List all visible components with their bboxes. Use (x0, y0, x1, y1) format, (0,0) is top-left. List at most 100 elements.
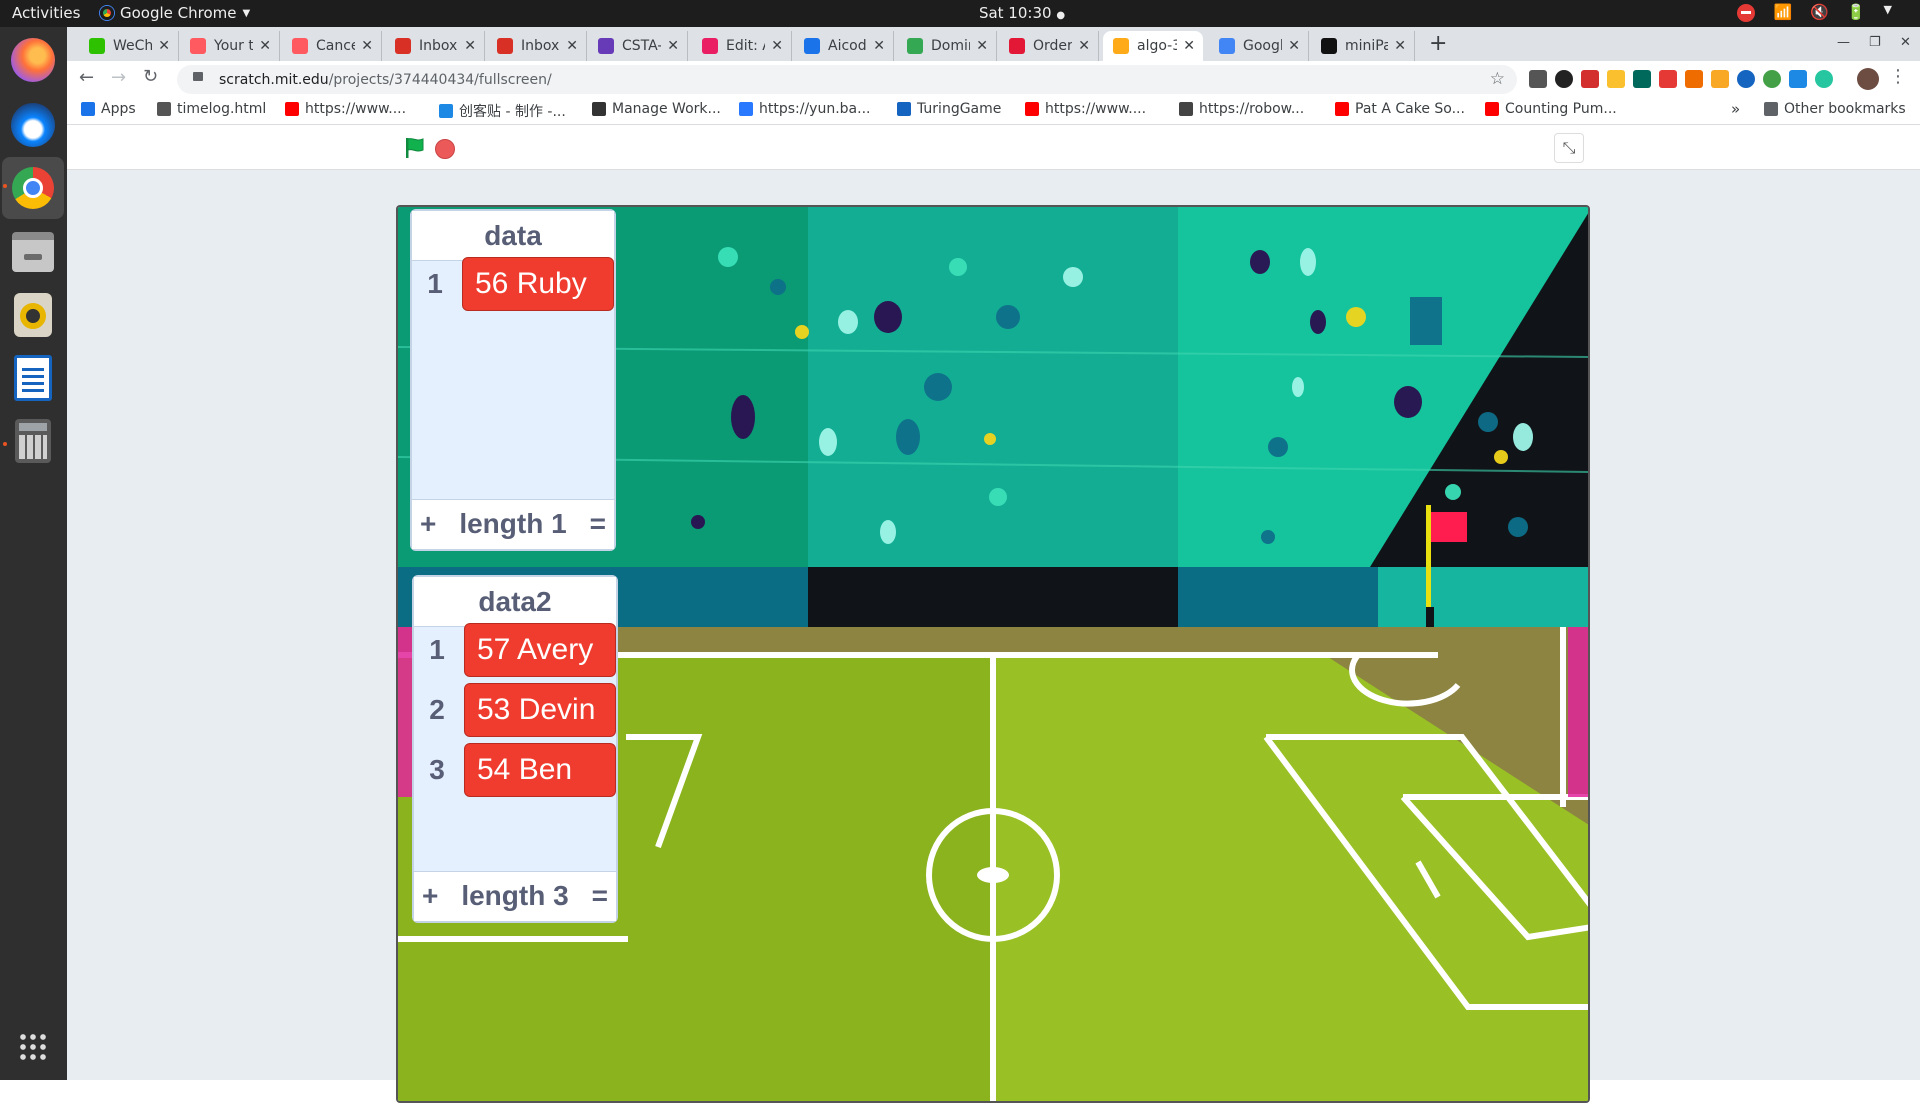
reload-icon[interactable]: ↻ (143, 66, 158, 87)
list-item-value[interactable]: 56 Ruby (462, 257, 614, 311)
tab-5[interactable]: Inbox - ai ✕ (487, 31, 587, 61)
stage-canvas[interactable]: data 1 56 Ruby + length 1 = data2 1 57 A… (396, 205, 1590, 1103)
files-icon[interactable] (8, 227, 58, 277)
extension-icon[interactable] (1737, 70, 1755, 88)
tab-label: Cancel yo (316, 38, 355, 54)
bookmark-item[interactable]: Counting Pum... (1485, 101, 1617, 117)
list-item[interactable]: 3 54 Ben (422, 743, 616, 797)
close-tab-icon[interactable]: ✕ (976, 38, 988, 54)
chrome-dock-icon[interactable] (2, 157, 64, 219)
bookmark-item[interactable]: Manage Work... (592, 101, 721, 117)
back-icon[interactable]: ← (79, 67, 94, 88)
bookmark-item[interactable]: Apps (81, 101, 136, 117)
exit-fullscreen-icon[interactable]: ⤡ (1554, 133, 1584, 163)
list-item[interactable]: 1 56 Ruby (420, 257, 614, 311)
bookmark-star-icon[interactable]: ☆ (1490, 69, 1505, 89)
tab-8[interactable]: Aicoding ✕ (794, 31, 894, 61)
close-tab-icon[interactable]: ✕ (1394, 38, 1406, 54)
bookmark-item[interactable]: Pat A Cake So... (1335, 101, 1465, 117)
close-tab-icon[interactable]: ✕ (1288, 38, 1300, 54)
activities-button[interactable]: Activities (12, 4, 80, 22)
extension-icon[interactable] (1789, 70, 1807, 88)
tab-12[interactable]: Google C ✕ (1209, 31, 1309, 61)
bookmark-item[interactable]: https://yun.ba... (739, 101, 870, 117)
extension-icon[interactable] (1633, 70, 1651, 88)
address-bar[interactable]: scratch.mit.edu/projects/374440434/fulls… (177, 65, 1517, 94)
forward-icon[interactable]: → (111, 67, 126, 88)
close-window-icon[interactable]: ✕ (1900, 35, 1911, 50)
other-bookmarks[interactable]: Other bookmarks (1764, 101, 1906, 117)
bookmark-item[interactable]: TuringGame (897, 101, 1001, 117)
extension-icon[interactable] (1607, 70, 1625, 88)
bookmark-item[interactable]: https://www.... (285, 101, 406, 117)
url-host: scratch.mit.edu (219, 71, 329, 88)
bookmark-item[interactable]: https://robow... (1179, 101, 1304, 117)
more-menu-icon[interactable]: ⋮ (1889, 66, 1907, 87)
extension-icon[interactable] (1529, 70, 1547, 88)
extension-icon[interactable] (1711, 70, 1729, 88)
extension-icon[interactable] (1763, 70, 1781, 88)
show-applications-icon[interactable] (8, 1022, 58, 1072)
extension-icon[interactable] (1685, 70, 1703, 88)
close-tab-icon[interactable]: ✕ (158, 38, 170, 54)
extension-icon[interactable] (1659, 70, 1677, 88)
tab-7[interactable]: Edit: Algo ✕ (692, 31, 792, 61)
close-tab-icon[interactable]: ✕ (566, 38, 578, 54)
firefox-icon[interactable] (8, 35, 58, 85)
tab-10[interactable]: Order Co ✕ (999, 31, 1099, 61)
bookmarks-overflow-icon[interactable]: » (1731, 100, 1740, 118)
close-tab-icon[interactable]: ✕ (1078, 38, 1090, 54)
list-monitor-data2[interactable]: data2 1 57 Avery 2 53 Devin 3 54 Ben + l… (412, 575, 618, 923)
extension-icon[interactable] (1581, 70, 1599, 88)
youtube-icon (1025, 102, 1039, 116)
lock-icon (193, 72, 203, 81)
tab-4[interactable]: Inbox - bi ✕ (385, 31, 485, 61)
list-item[interactable]: 1 57 Avery (422, 623, 616, 677)
green-flag-icon[interactable] (403, 136, 427, 160)
bookmark-item[interactable]: 创客贴 - 制作 -... (439, 101, 566, 121)
writer-icon[interactable] (8, 353, 58, 403)
tab-1[interactable]: WeChat f ✕ (79, 31, 179, 61)
app-menu[interactable]: Google Chrome ▼ (100, 4, 250, 22)
system-tray[interactable]: 📶 🔇 🔋 ▼ (1737, 3, 1892, 22)
resize-handle[interactable]: = (592, 880, 608, 912)
profile-avatar[interactable] (1857, 68, 1879, 90)
tab-3[interactable]: Cancel yo ✕ (282, 31, 382, 61)
close-tab-icon[interactable]: ✕ (771, 38, 783, 54)
tab-6[interactable]: CSTA-NYC ✕ (588, 31, 688, 61)
close-tab-icon[interactable]: ✕ (361, 38, 373, 54)
close-tab-icon[interactable]: ✕ (464, 38, 476, 54)
tab-13[interactable]: miniPaint ✕ (1311, 31, 1415, 61)
tab-11[interactable]: algo-3 m ✕ (1103, 31, 1203, 61)
bookmarks-bar: Apps timelog.html https://www.... 创客贴 - 制作 … (67, 97, 1920, 125)
extension-icon[interactable] (1815, 70, 1833, 88)
tab-9[interactable]: Domino's ✕ (897, 31, 997, 61)
clock[interactable]: Sat 10:30 ● (962, 4, 1082, 22)
list-item[interactable]: 2 53 Devin (422, 683, 616, 737)
maximize-icon[interactable]: ❐ (1869, 35, 1881, 50)
extension-icon[interactable] (1555, 70, 1573, 88)
list-item-value[interactable]: 57 Avery (464, 623, 616, 677)
close-tab-icon[interactable]: ✕ (667, 38, 679, 54)
rhythmbox-icon[interactable] (8, 290, 58, 340)
close-tab-icon[interactable]: ✕ (1183, 38, 1195, 54)
bookmark-label: https://www.... (305, 101, 407, 117)
bookmark-label: Apps (101, 101, 136, 117)
youtube-icon (1335, 102, 1349, 116)
close-tab-icon[interactable]: ✕ (873, 38, 885, 54)
stop-icon[interactable] (435, 139, 455, 159)
list-item-value[interactable]: 53 Devin (464, 683, 616, 737)
thunderbird-icon[interactable] (8, 100, 58, 150)
close-tab-icon[interactable]: ✕ (259, 38, 271, 54)
bookmark-item[interactable]: https://www.... (1025, 101, 1146, 117)
list-item-value[interactable]: 54 Ben (464, 743, 616, 797)
new-tab-icon[interactable]: + (1429, 31, 1447, 56)
list-monitor-data[interactable]: data 1 56 Ruby + length 1 = (410, 209, 616, 551)
bookmark-item[interactable]: timelog.html (157, 101, 266, 117)
running-indicator (3, 184, 7, 188)
resize-handle[interactable]: = (590, 508, 606, 540)
tab-2[interactable]: Your trip ✕ (180, 31, 280, 61)
classroom-icon (1219, 38, 1235, 54)
minimize-icon[interactable]: — (1837, 35, 1850, 50)
calculator-icon[interactable] (8, 416, 58, 466)
